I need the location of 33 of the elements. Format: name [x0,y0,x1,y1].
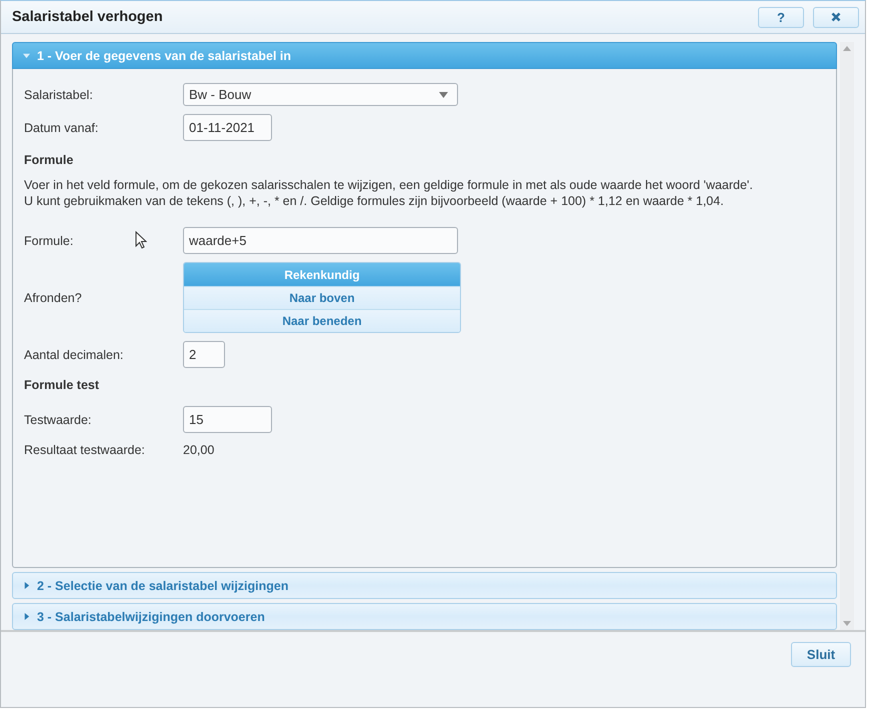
field-label: Datum vanaf: [24,120,98,134]
field-label: Formule: [24,234,74,248]
field-label: Resultaat testwaarde: [24,443,145,457]
section-header[interactable]: 2 - Selectie van de salaristabel wijzigingen [12,572,837,599]
dropdown-field[interactable]: Bw - Bouw [183,83,458,106]
close-icon [831,12,841,22]
dropdown-arrow-icon [439,92,448,98]
caret-down-icon [23,52,30,59]
field-label: Salaristabel: [24,88,93,102]
mouse-cursor-icon [135,231,147,249]
section-header[interactable]: 3 - Salaristabelwijzigingen doorvoeren [12,603,837,630]
section-heading: Formule [24,153,74,167]
scroll-down-icon[interactable] [843,621,851,626]
close-button[interactable] [813,6,859,28]
instruction-text: Voer in het veld formule, om de gekozen salarisschalen te wijzigen, een geldige formule in met als oude waarde het woord 'waarde'. [24,177,754,193]
section-heading: Formule test [24,378,100,392]
rounding-option[interactable]: Naar beneden [184,309,460,332]
scroll-up-icon[interactable] [843,46,851,51]
window-title: Salaristabel verhogen [12,9,164,25]
rounding-option[interactable]: Naar boven [184,286,460,309]
field-label: Aantal decimalen: [24,348,124,362]
field-label: Testwaarde: [24,412,92,426]
field-label: Afronden? [24,290,82,304]
input-field[interactable]: 2 [183,341,225,368]
caret-right-icon [23,582,30,589]
close-dialog-button[interactable]: Sluit [791,642,851,667]
input-field[interactable]: 01-11-2021 [183,114,272,141]
result-value: 20,00 [183,443,214,457]
instruction-text: U kunt gebruikmaken van de tekens (, ), +, -, * en /. Geldige formules zijn bijvoorbeeld (waarde + 100) * 1,12 en waarde * 1,04. [24,193,725,209]
help-button[interactable]: ? [758,6,804,28]
input-field[interactable]: 15 [183,406,272,433]
input-field[interactable]: waarde+5 [183,227,458,254]
caret-right-icon [23,613,30,620]
